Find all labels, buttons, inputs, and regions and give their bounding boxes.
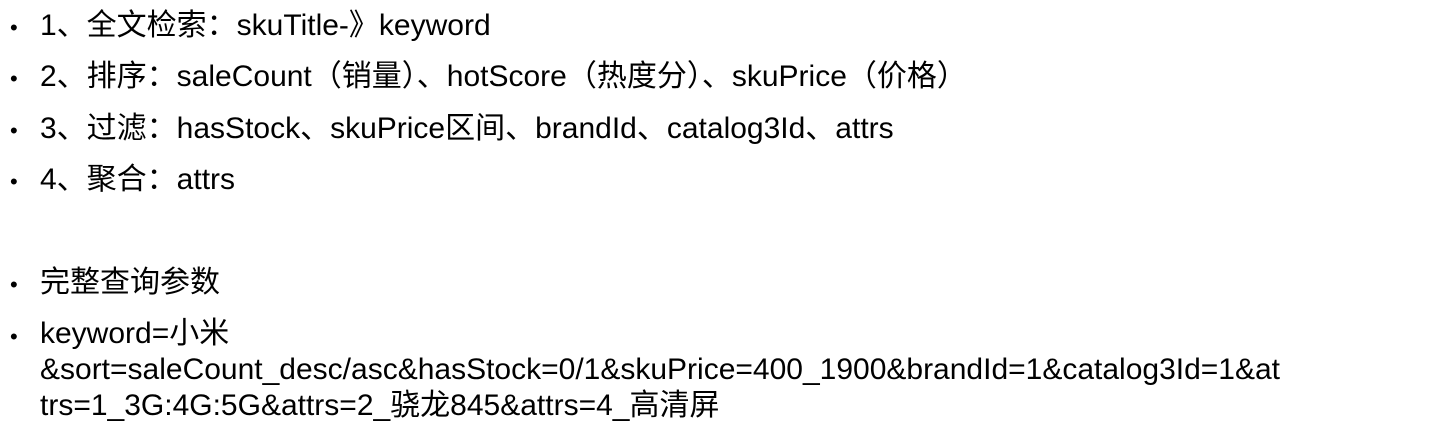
query-line: trs=1_3G:4G:5G&attrs=2_骁龙845&attrs=4_高清屏 (40, 389, 720, 422)
bullet-icon: • (10, 169, 18, 194)
query-line: &sort=saleCount_desc/asc&hasStock=0/1&sk… (40, 353, 1281, 386)
query-line: keyword=小米 (40, 317, 230, 350)
list-item-text: 1、全文检索：skuTitle-》keyword (40, 9, 491, 42)
bullet-icon: • (10, 324, 18, 349)
list-item-text: 2、排序：saleCount（销量）、hotScore（热度分）、skuPric… (40, 60, 967, 93)
bullet-icon: • (10, 15, 18, 40)
list-item-text: 完整查询参数 (40, 266, 220, 299)
bullet-icon: • (10, 272, 18, 297)
bullet-icon: • (10, 118, 18, 143)
list-item-text: 3、过滤：hasStock、skuPrice区间、brandId、catalog… (40, 112, 894, 145)
query-string: keyword=小米 &sort=saleCount_desc/asc&hasS… (40, 316, 1420, 424)
list-item-text: 4、聚合：attrs (40, 163, 236, 196)
bullet-icon: • (10, 66, 18, 91)
